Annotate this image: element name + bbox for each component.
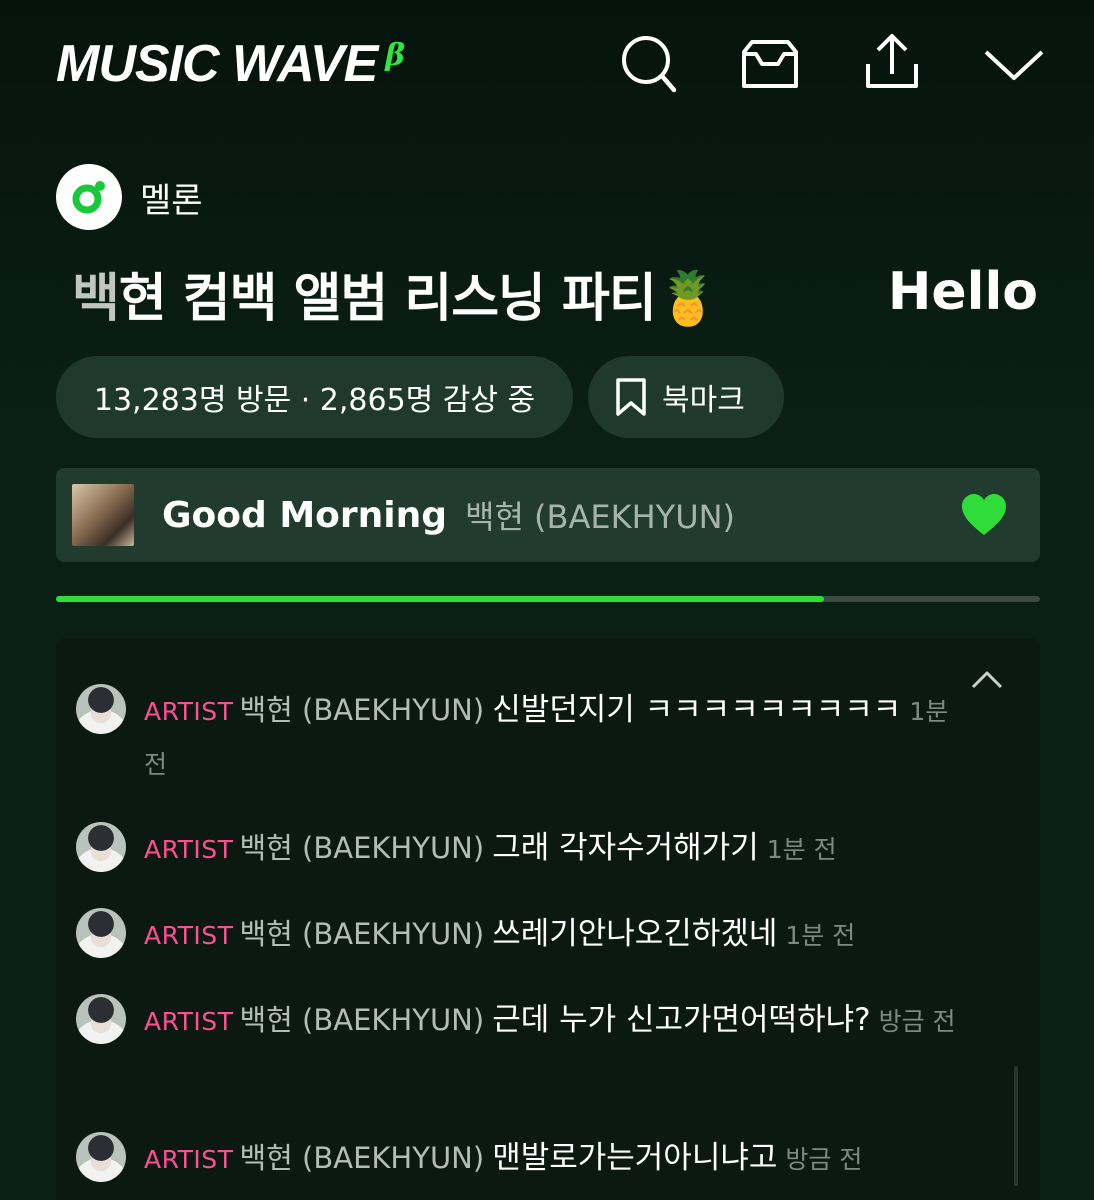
artist-tag: ARTIST bbox=[144, 1145, 234, 1174]
source-name: 멜론 bbox=[140, 180, 203, 221]
avatar[interactable] bbox=[76, 684, 126, 734]
message-author: 백현 (BAEKHYUN) bbox=[239, 917, 485, 951]
app-header: MUSIC WAVE β bbox=[56, 30, 1044, 100]
bookmark-label: 북마크 bbox=[662, 383, 745, 418]
message-time: 방금 전 bbox=[878, 1007, 956, 1036]
chat-panel: ARTIST 백현 (BAEKHYUN) 신발던지기 ㅋㅋㅋㅋㅋㅋㅋㅋㅋ 1분 전 AR… bbox=[56, 638, 1040, 1200]
bookmark-icon bbox=[616, 378, 646, 416]
avatar[interactable] bbox=[76, 908, 126, 958]
message-text: 맨발로가는거아니냐고 bbox=[492, 1140, 778, 1176]
message-time: 1분 전 bbox=[785, 921, 856, 950]
inbox-icon[interactable] bbox=[738, 30, 802, 94]
message-text: 그래 각자수거해가기 bbox=[492, 830, 759, 866]
stats-text: 13,283명 방문 · 2,865명 감상 중 bbox=[93, 383, 536, 418]
message-text: 신발던지기 ㅋㅋㅋㅋㅋㅋㅋㅋㅋ bbox=[492, 692, 902, 728]
progress-bar[interactable] bbox=[56, 596, 1040, 602]
share-icon[interactable] bbox=[860, 30, 924, 94]
chevron-down-icon[interactable] bbox=[982, 30, 1046, 94]
artist-tag: ARTIST bbox=[144, 835, 234, 864]
message-author: 백현 (BAEKHYUN) bbox=[239, 831, 485, 865]
artist-tag: ARTIST bbox=[144, 697, 234, 726]
song-artist: 백현 (BAEKHYUN) bbox=[465, 498, 736, 536]
chat-message: ARTIST 백현 (BAEKHYUN) 쓰레기안나오긴하겠네 1분 전 bbox=[76, 908, 956, 962]
pineapple-emoji: 🍍 bbox=[655, 269, 721, 329]
avatar[interactable] bbox=[76, 994, 126, 1044]
progress-fill bbox=[56, 596, 824, 602]
heart-icon[interactable] bbox=[960, 492, 1008, 538]
message-body: ARTIST 백현 (BAEKHYUN) 신발던지기 ㅋㅋㅋㅋㅋㅋㅋㅋㅋ 1분 전 bbox=[144, 684, 956, 791]
source-row[interactable]: 멜론 bbox=[56, 164, 203, 230]
room-title-text: 현 컴백 앨범 리스닝 파티 bbox=[118, 269, 657, 329]
chat-message: ARTIST 백현 (BAEKHYUN) 근데 누가 신고가면어떡하냐? 방금 전 bbox=[76, 994, 956, 1048]
message-author: 백현 (BAEKHYUN) bbox=[239, 1141, 485, 1175]
brand-name: MUSIC WAVE bbox=[56, 35, 378, 93]
room-title: 백현 컴백 앨범 리스닝 파티🍍 bbox=[72, 256, 721, 331]
hello-text: Hello bbox=[887, 262, 1038, 322]
chat-message: ARTIST 백현 (BAEKHYUN) 신발던지기 ㅋㅋㅋㅋㅋㅋㅋㅋㅋ 1분 전 bbox=[76, 684, 956, 791]
avatar[interactable] bbox=[76, 822, 126, 872]
brand-logo[interactable]: MUSIC WAVE β bbox=[56, 35, 405, 100]
message-body: ARTIST 백현 (BAEKHYUN) 그래 각자수거해가기 1분 전 bbox=[144, 822, 956, 876]
message-text: 쓰레기안나오긴하겠네 bbox=[492, 916, 778, 952]
message-author: 백현 (BAEKHYUN) bbox=[239, 693, 485, 727]
message-time: 방금 전 bbox=[785, 1145, 863, 1174]
scrollbar[interactable] bbox=[1014, 1066, 1018, 1186]
search-icon[interactable] bbox=[616, 30, 680, 94]
message-time: 1분 전 bbox=[766, 835, 837, 864]
chevron-up-icon[interactable] bbox=[970, 668, 1004, 690]
stats-pill: 13,283명 방문 · 2,865명 감상 중 bbox=[56, 356, 573, 438]
now-playing-bar[interactable]: Good Morning 백현 (BAEKHYUN) bbox=[56, 468, 1040, 562]
avatar[interactable] bbox=[76, 1132, 126, 1182]
artist-tag: ARTIST bbox=[144, 921, 234, 950]
chat-message: ARTIST 백현 (BAEKHYUN) 맨발로가는거아니냐고 방금 전 bbox=[76, 1132, 956, 1186]
beta-badge: β bbox=[385, 38, 405, 73]
artist-tag: ARTIST bbox=[144, 1007, 234, 1036]
message-author: 백현 (BAEKHYUN) bbox=[239, 1003, 485, 1037]
message-body: ARTIST 백현 (BAEKHYUN) 쓰레기안나오긴하겠네 1분 전 bbox=[144, 908, 956, 962]
message-body: ARTIST 백현 (BAEKHYUN) 근데 누가 신고가면어떡하냐? 방금 전 bbox=[144, 994, 956, 1048]
room-title-faded: 백 bbox=[72, 269, 120, 329]
melon-logo bbox=[56, 164, 122, 230]
chat-message: ARTIST 백현 (BAEKHYUN) 그래 각자수거해가기 1분 전 bbox=[76, 822, 956, 876]
song-title: Good Morning bbox=[162, 494, 447, 536]
bookmark-button[interactable]: 북마크 bbox=[588, 356, 784, 438]
message-body: ARTIST 백현 (BAEKHYUN) 맨발로가는거아니냐고 방금 전 bbox=[144, 1132, 956, 1186]
message-text: 근데 누가 신고가면어떡하냐? bbox=[492, 1002, 871, 1038]
album-art bbox=[72, 484, 134, 546]
